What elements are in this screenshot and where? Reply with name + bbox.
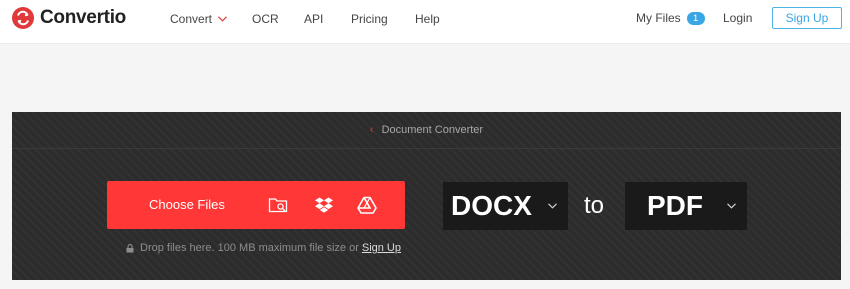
- signup-button[interactable]: Sign Up: [772, 7, 842, 29]
- to-format-select[interactable]: PDF: [625, 182, 747, 230]
- lock-icon: [126, 243, 134, 252]
- convertio-logo-icon: [12, 7, 34, 29]
- nav-convert-label: Convert: [170, 12, 213, 26]
- logo[interactable]: Convertio: [12, 7, 126, 29]
- converter-panel: ‹ Document Converter Choose Files Drop f: [12, 112, 841, 280]
- to-label: to: [584, 192, 605, 219]
- from-format-value: DOCX: [451, 190, 532, 221]
- drop-hint-text: Drop files here. 100 MB maximum file siz…: [140, 242, 359, 254]
- top-header: Convertio Convert OCR API Pricing Help M…: [0, 0, 850, 44]
- choose-files-button[interactable]: Choose Files: [107, 181, 405, 229]
- from-format-select[interactable]: DOCX: [443, 182, 568, 230]
- google-drive-icon[interactable]: [357, 195, 377, 215]
- nav-convert[interactable]: Convert: [170, 11, 227, 27]
- nav-ocr[interactable]: OCR: [252, 11, 279, 27]
- breadcrumb-label[interactable]: Document Converter: [382, 124, 484, 136]
- choose-files-label: Choose Files: [149, 197, 225, 212]
- folder-search-icon[interactable]: [268, 195, 288, 215]
- nav-pricing[interactable]: Pricing: [351, 11, 388, 27]
- my-files-label: My Files: [636, 11, 681, 25]
- drop-hint-signup-link[interactable]: Sign Up: [362, 242, 401, 254]
- dropbox-icon[interactable]: [314, 195, 334, 215]
- logo-text: Convertio: [40, 7, 126, 28]
- my-files-link[interactable]: My Files 1: [636, 11, 705, 25]
- chevron-left-icon[interactable]: ‹: [370, 124, 374, 136]
- chevron-down-icon: [548, 203, 557, 209]
- nav-api[interactable]: API: [304, 11, 323, 27]
- nav-help[interactable]: Help: [415, 11, 440, 27]
- breadcrumb: ‹ Document Converter: [12, 112, 841, 149]
- to-format-value: PDF: [647, 190, 703, 221]
- drop-hint: Drop files here. 100 MB maximum file siz…: [126, 242, 401, 254]
- chevron-down-icon: [218, 16, 227, 22]
- login-link[interactable]: Login: [723, 11, 752, 25]
- chevron-down-icon: [727, 203, 736, 209]
- files-count-badge: 1: [686, 11, 705, 25]
